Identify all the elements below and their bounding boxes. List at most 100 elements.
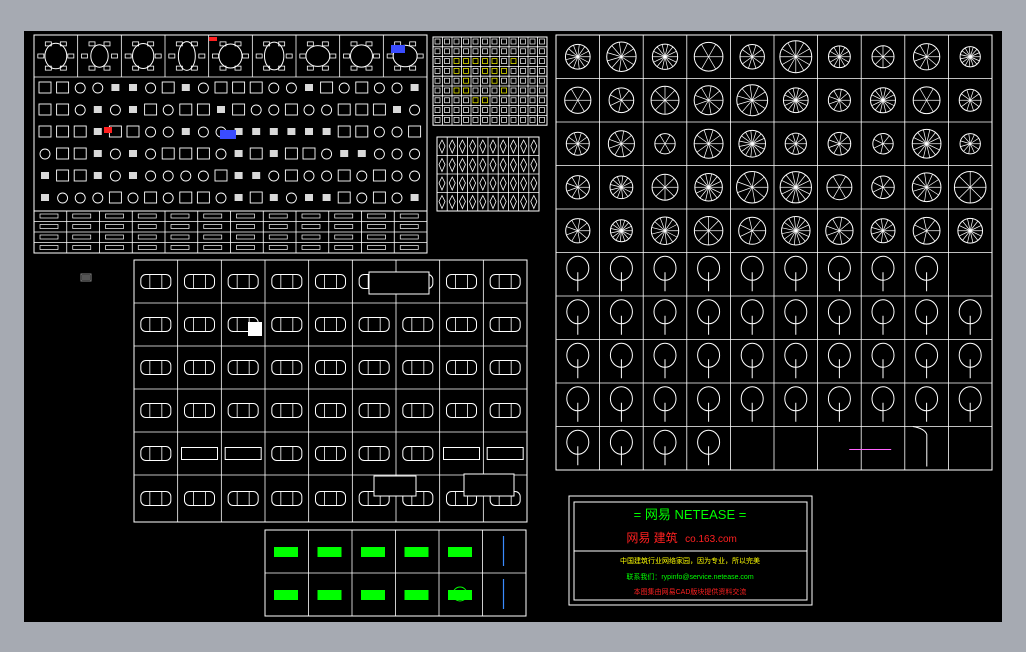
green-sign-block [274, 590, 298, 600]
plant-block [784, 299, 808, 335]
plant-block [784, 386, 808, 422]
plant-block [607, 130, 635, 158]
plant-block [697, 299, 721, 335]
plant-block [609, 429, 633, 466]
vehicle-block [486, 447, 524, 460]
vehicle-block [315, 360, 346, 375]
drawing-canvas[interactable]: = 网易 NETEASE = 网易 建筑 co.163.com 中国建筑行业网络… [24, 31, 1002, 622]
plant-block [871, 342, 895, 379]
plant-block [654, 133, 676, 155]
plant-block [739, 44, 765, 70]
bus-block [368, 271, 430, 295]
plant-block [566, 299, 590, 335]
vehicle-block [140, 491, 172, 506]
vehicle-block [315, 403, 346, 418]
plant-block [872, 133, 894, 155]
plant-block [953, 170, 987, 204]
plant-block [911, 172, 942, 203]
plant-block [697, 342, 721, 379]
plant-block [870, 218, 896, 244]
plant-block [566, 429, 590, 466]
plant-block [782, 87, 809, 114]
plant-block [609, 219, 633, 243]
vehicle-block [446, 403, 477, 418]
vehicle-block [184, 274, 215, 289]
plant-block [871, 45, 895, 69]
plant-block [653, 386, 677, 422]
plant-block [871, 175, 895, 200]
plant-block [606, 41, 637, 72]
vehicle-block [184, 491, 215, 506]
plant-block [740, 299, 764, 335]
plant-block [564, 86, 592, 114]
vehicle-block [184, 403, 215, 418]
vehicle-block [489, 274, 521, 289]
vehicle-block [184, 360, 215, 375]
plant-block [825, 216, 854, 245]
trailer-block [463, 473, 515, 497]
red-sofa-block [104, 127, 112, 133]
plant-block [958, 299, 982, 335]
blue-bed-block [220, 130, 236, 139]
vehicle-block [315, 446, 346, 461]
title-line2: 联系我们：rypinfo@service.netease.com [626, 572, 753, 581]
title-subheading: 网易 建筑 [626, 530, 677, 545]
vehicle-block [358, 403, 390, 418]
plant-block [740, 386, 764, 422]
vehicle-block [446, 274, 477, 289]
vehicle-block [227, 360, 259, 375]
plant-block [827, 386, 851, 422]
plant-block [957, 217, 984, 244]
vehicle-block [358, 360, 390, 375]
plant-block [565, 218, 591, 244]
green-sign-block [361, 590, 385, 600]
table-set-block [81, 41, 118, 71]
plant-block [693, 85, 724, 116]
plant-block [650, 85, 680, 115]
vehicle-block [446, 317, 477, 332]
sign-panel [264, 529, 527, 617]
plant-block [781, 215, 811, 246]
cad-window: = 网易 NETEASE = 网易 建筑 co.163.com 中国建筑行业网络… [0, 0, 1026, 652]
plant-block [697, 255, 721, 292]
blue-table-block [391, 45, 405, 53]
vehicle-block [271, 317, 303, 332]
plant-block [697, 386, 721, 422]
plant-block [697, 429, 721, 466]
vehicle-block [140, 446, 172, 461]
vehicle-block [443, 447, 480, 460]
table-set-block [124, 41, 162, 71]
plant-block [653, 255, 677, 292]
plant-block [784, 342, 808, 379]
plant-block [565, 131, 590, 156]
plant-block [826, 174, 853, 201]
vehicle-block [402, 403, 434, 418]
plant-block [693, 41, 724, 72]
plant-block [779, 40, 813, 74]
table-set-block [212, 41, 249, 71]
vehicle-block [315, 317, 346, 332]
table-set-block [343, 41, 380, 71]
green-sign-block [448, 547, 472, 557]
vehicle-block [271, 403, 303, 418]
vehicle-block [271, 491, 303, 506]
plant-block [740, 255, 764, 292]
table-set-block [255, 41, 293, 71]
plant-block [827, 88, 851, 112]
plant-block [736, 171, 769, 204]
vehicle-block [402, 446, 434, 461]
plant-block [869, 87, 897, 114]
red-chair-block [209, 37, 217, 41]
plant-block [912, 43, 941, 71]
title-heading: = 网易 NETEASE = [634, 507, 747, 522]
vehicle-block [140, 317, 172, 332]
plant-block [915, 299, 939, 335]
green-sign-block [404, 547, 429, 557]
plant-block [651, 173, 679, 201]
vehicle-block [271, 360, 303, 375]
appliance-panel [432, 36, 548, 126]
plant-block [959, 46, 981, 68]
plant-block [827, 131, 852, 156]
plant-block [915, 255, 939, 292]
green-sign-block [404, 590, 429, 600]
